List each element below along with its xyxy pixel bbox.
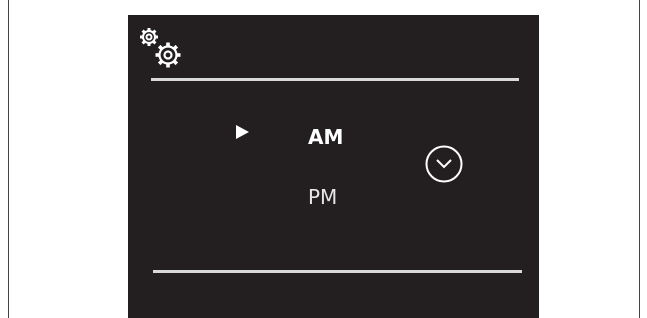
right-frame-line bbox=[639, 0, 640, 318]
clock-icon bbox=[425, 145, 463, 183]
left-frame-line bbox=[8, 0, 9, 318]
time-period-screen: AM PM bbox=[128, 15, 539, 318]
option-pm[interactable]: PM bbox=[308, 185, 337, 209]
settings-gears-icon[interactable] bbox=[136, 23, 188, 75]
top-divider bbox=[151, 78, 519, 81]
play-arrow-icon bbox=[236, 125, 249, 139]
option-am[interactable]: AM bbox=[308, 125, 343, 149]
bottom-divider bbox=[153, 270, 522, 273]
